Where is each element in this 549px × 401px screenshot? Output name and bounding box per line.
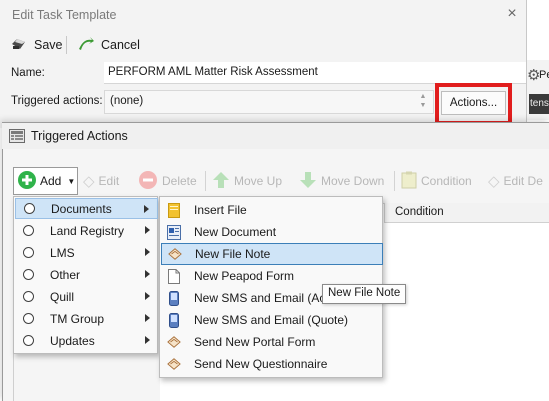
phone-icon (167, 312, 181, 328)
phone-icon (167, 290, 181, 306)
submenu-item-send-new-questionnaire[interactable]: Send New Questionnaire (161, 353, 383, 375)
triggered-actions-title: Triggered Actions (31, 129, 128, 143)
submenu-arrow-icon (144, 205, 149, 213)
menu-item-label: Documents (51, 201, 112, 216)
move-down-label: Move Down (321, 174, 385, 188)
move-down-tool-button[interactable]: Move Down (299, 169, 384, 193)
background-window-dark-button: tensio (529, 94, 549, 114)
submenu-arrow-icon (145, 336, 150, 344)
submenu-arrow-icon (145, 248, 150, 256)
toolbar-divider (205, 171, 206, 191)
column-header-condition[interactable]: Condition (395, 206, 444, 218)
menu-item-tm-group[interactable]: TM Group (15, 308, 158, 329)
submenu-item-label: Insert File (194, 203, 247, 217)
folder-icon (167, 202, 181, 218)
edit-tool-button[interactable]: ◇ Edit (83, 169, 119, 193)
submenu-item-label: New SMS and Email (Act (194, 291, 329, 305)
submenu-arrow-icon (145, 314, 150, 322)
close-icon[interactable]: × (503, 5, 521, 23)
window-title: Edit Task Template (12, 8, 117, 22)
edit-diamond-icon: ◇ (83, 173, 95, 190)
menu-item-label: Other (50, 267, 81, 282)
add-plus-icon (17, 170, 37, 193)
file-note-icon (167, 334, 181, 350)
file-note-icon (168, 246, 182, 262)
save-button[interactable]: Save (6, 34, 67, 56)
down-arrow-icon (299, 171, 317, 192)
highlight-annotation (435, 83, 512, 125)
cancel-arrow-icon (77, 36, 95, 55)
submenu-item-new-file-note[interactable]: New File Note (161, 243, 383, 265)
submenu-item-label: New SMS and Email (Quote) (194, 313, 349, 327)
move-up-tool-button[interactable]: Move Up (212, 169, 282, 193)
menu-item-land-registry[interactable]: Land Registry (15, 220, 158, 241)
submenu-item-insert-file[interactable]: Insert File (161, 199, 383, 221)
spin-arrows-icon[interactable]: ▲ ▼ (416, 92, 430, 112)
save-label: Save (34, 38, 63, 52)
name-label: Name: (11, 67, 45, 79)
radio-icon (23, 225, 34, 236)
menu-item-label: Land Registry (50, 223, 125, 238)
submenu-item-new-sms-email-quote[interactable]: New SMS and Email (Quote) (161, 309, 383, 331)
clipboard-icon (401, 171, 417, 192)
menu-item-label: Quill (50, 289, 75, 304)
submenu-arrow-icon (145, 292, 150, 300)
delete-tool-button[interactable]: Delete (138, 169, 197, 193)
radio-icon (23, 313, 34, 324)
submenu-item-send-new-portal-form[interactable]: Send New Portal Form (161, 331, 383, 353)
document-icon (167, 224, 181, 240)
radio-icon (23, 291, 34, 302)
menu-item-documents[interactable]: Documents (15, 198, 158, 219)
cancel-button[interactable]: Cancel (73, 34, 144, 56)
toolbar-divider (394, 171, 395, 191)
submenu-item-new-document[interactable]: New Document (161, 221, 383, 243)
submenu-item-label: Send New Questionnaire (194, 357, 328, 371)
radio-icon (23, 269, 34, 280)
radio-icon (24, 203, 35, 214)
blank-page-icon (167, 268, 181, 284)
condition-tool-label: Condition (421, 174, 472, 188)
grid-window-icon (9, 129, 25, 143)
edit-description-tool-button[interactable]: ◇ Edit De (488, 169, 543, 193)
background-window-text: Pe (539, 69, 549, 81)
triggered-actions-label: Triggered actions: (11, 95, 103, 107)
tooltip: New File Note (322, 284, 407, 304)
submenu-arrow-icon (145, 270, 150, 278)
menu-item-quill[interactable]: Quill (15, 286, 158, 307)
add-dropdown-menu: Documents Land Registry LMS Other Quill … (13, 196, 158, 354)
menu-item-label: LMS (50, 245, 75, 260)
menu-item-other[interactable]: Other (15, 264, 158, 285)
submenu-item-label: New Document (194, 225, 277, 239)
submenu-item-label: Send New Portal Form (194, 335, 316, 349)
add-label: Add (40, 174, 62, 188)
delete-tool-label: Delete (162, 174, 197, 188)
menu-item-lms[interactable]: LMS (15, 242, 158, 263)
cancel-label: Cancel (101, 38, 140, 52)
radio-icon (23, 247, 34, 258)
radio-icon (23, 335, 34, 346)
edit-tool-label: Edit (98, 174, 120, 188)
menu-item-label: Updates (50, 333, 95, 348)
menu-item-label: TM Group (50, 311, 105, 326)
dropdown-arrow-icon: ▼ (67, 176, 76, 186)
triggered-actions-field[interactable]: (none) (104, 90, 434, 114)
delete-minus-icon (138, 170, 158, 193)
save-icon (10, 36, 28, 55)
submenu-item-label: New File Note (195, 247, 271, 261)
edit-description-icon: ◇ (488, 173, 500, 190)
submenu-item-label: New Peapod Form (194, 269, 295, 283)
submenu-arrow-icon (145, 226, 150, 234)
name-field[interactable]: PERFORM AML Matter Risk Assessment (104, 62, 526, 84)
toolbar-divider (66, 36, 67, 54)
add-button[interactable]: Add ▼ (13, 167, 78, 195)
move-up-label: Move Up (234, 174, 283, 188)
file-note-icon (167, 356, 181, 372)
edit-description-label: Edit De (503, 174, 543, 188)
up-arrow-icon (212, 171, 230, 192)
condition-tool-button[interactable]: Condition (401, 169, 472, 193)
menu-item-updates[interactable]: Updates (15, 330, 158, 351)
